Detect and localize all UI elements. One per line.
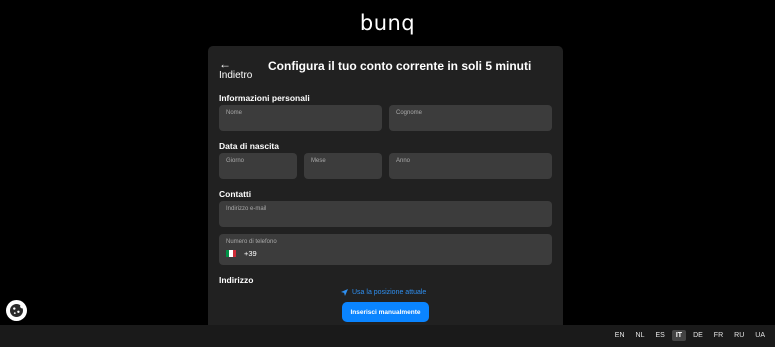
language-option-fr[interactable]: FR (710, 330, 727, 341)
use-location-label: Usa la posizione attuale (352, 289, 427, 296)
email-placeholder: Indirizzo e-mail (226, 206, 267, 212)
back-arrow-icon: ← (219, 57, 231, 71)
language-option-ua[interactable]: UA (751, 330, 769, 341)
section-address: Indirizzo (219, 275, 254, 285)
manual-entry-button[interactable]: Inserisci manualmente (342, 302, 429, 322)
section-personal-info: Informazioni personali (219, 93, 310, 103)
phone-field[interactable]: Numero di telefono +39 (219, 234, 552, 265)
birth-month-field[interactable]: Mese (304, 153, 382, 179)
phone-country-code: +39 (244, 249, 257, 258)
location-arrow-icon (341, 289, 348, 296)
back-button[interactable]: ← Indietro (219, 58, 252, 82)
section-birth-date: Data di nascita (219, 141, 279, 151)
language-option-en[interactable]: EN (611, 330, 629, 341)
first-name-placeholder: Nome (226, 110, 243, 116)
birth-day-placeholder: Giorno (226, 158, 245, 164)
bunq-logo: bunq (359, 11, 416, 35)
language-option-nl[interactable]: NL (632, 330, 649, 341)
language-option-ru[interactable]: RU (730, 330, 748, 341)
language-option-es[interactable]: ES (651, 330, 668, 341)
first-name-field[interactable]: Nome (219, 105, 382, 131)
page-title: Configura il tuo conto corrente in soli … (268, 59, 532, 73)
phone-placeholder: Numero di telefono (226, 239, 277, 245)
last-name-field[interactable]: Cognome (389, 105, 552, 131)
birth-month-placeholder: Mese (311, 158, 326, 164)
use-location-link[interactable]: Usa la posizione attuale (341, 289, 426, 296)
language-option-it[interactable]: IT (671, 330, 687, 341)
last-name-placeholder: Cognome (396, 110, 423, 116)
birth-year-field[interactable]: Anno (389, 153, 552, 179)
birth-year-placeholder: Anno (396, 158, 411, 164)
italy-flag-icon[interactable] (226, 250, 236, 257)
signup-card: ← Indietro Configura il tuo conto corren… (208, 46, 563, 331)
section-contacts: Contatti (219, 189, 252, 199)
bottom-bar: EN NL ES IT DE FR RU UA (0, 325, 775, 347)
language-switcher: EN NL ES IT DE FR RU UA (608, 330, 769, 341)
email-field[interactable]: Indirizzo e-mail (219, 201, 552, 227)
cookie-icon[interactable] (6, 300, 27, 321)
back-label: Indietro (219, 70, 253, 81)
birth-day-field[interactable]: Giorno (219, 153, 297, 179)
language-option-de[interactable]: DE (689, 330, 707, 341)
